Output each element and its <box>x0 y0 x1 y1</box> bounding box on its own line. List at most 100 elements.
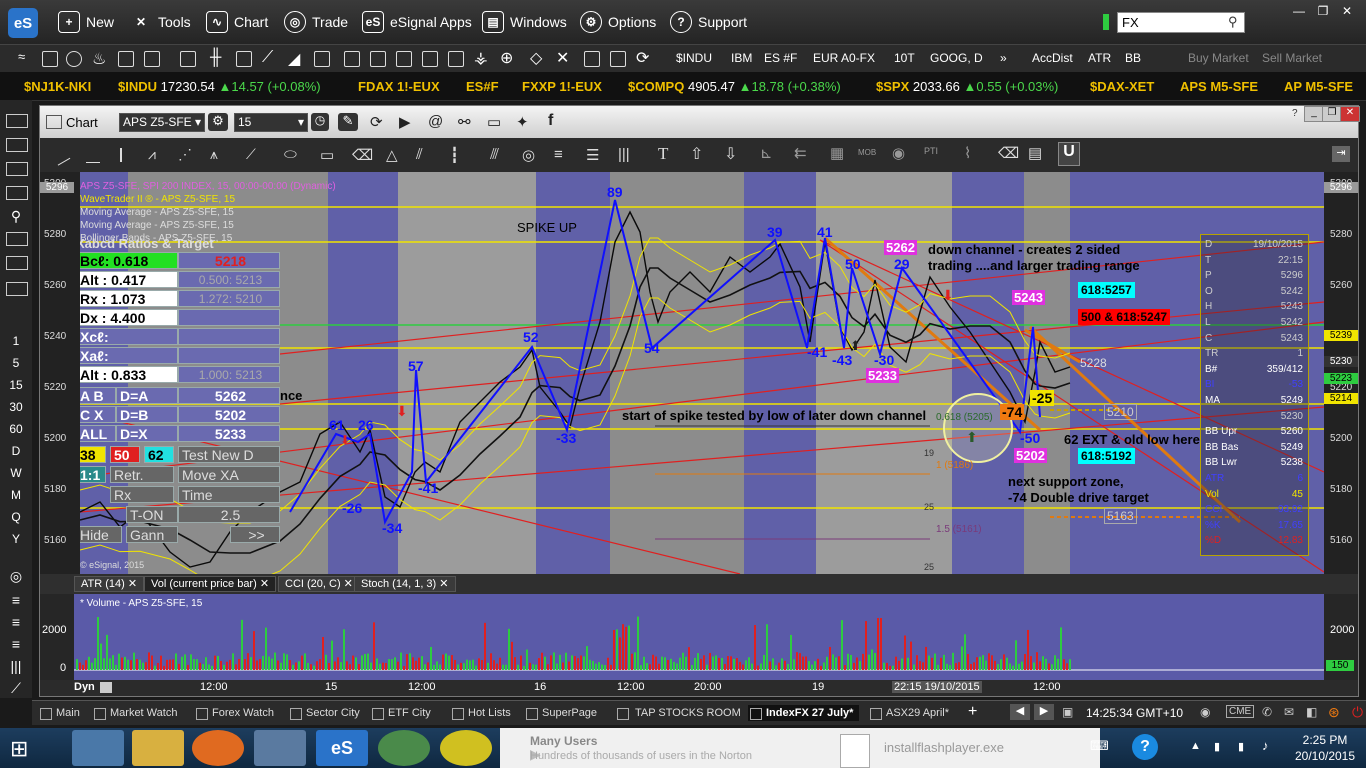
channel-tool-icon[interactable]: ⫽ <box>416 146 423 163</box>
settings-gear-icon[interactable]: ⚙ <box>208 113 228 131</box>
magnet-icon[interactable]: U <box>1058 142 1080 166</box>
symbol-search-input[interactable]: FX <box>1117 12 1245 33</box>
time-button[interactable]: Time <box>178 486 280 503</box>
network-icon[interactable]: ▮ <box>1214 740 1220 753</box>
windows-start-icon[interactable]: ⊞ <box>10 736 28 762</box>
alert-icon[interactable]: @ <box>428 113 443 130</box>
area-chart-icon[interactable]: ◢ <box>288 49 304 68</box>
maximize-button[interactable]: ❐ <box>1312 4 1334 18</box>
minimize-button[interactable]: _ <box>1304 106 1324 122</box>
volume-pane[interactable]: * Volume - APS Z5-SFE, 15 2000 0 2000 15… <box>40 594 1358 680</box>
close-button[interactable]: ✕ <box>1340 106 1360 122</box>
interval-yearly[interactable]: Y <box>6 532 26 546</box>
diamond-icon[interactable]: ◇ <box>530 48 546 67</box>
list-icon[interactable] <box>144 51 160 67</box>
rectangle-tool-icon[interactable]: ▭ <box>320 146 334 164</box>
page-tab-asx29[interactable]: ASX29 April* <box>868 705 949 721</box>
ticker-item[interactable]: FXXP 1!-EUX <box>522 79 602 94</box>
zoom-icon[interactable]: ⚲ <box>6 208 26 225</box>
list-icon[interactable] <box>6 186 28 200</box>
quick-study-accdist[interactable]: AccDist <box>1032 51 1073 65</box>
refresh-icon[interactable]: ⟳ <box>636 48 652 67</box>
zigzag-tool-icon[interactable]: ⌇ <box>964 144 971 162</box>
interval-daily[interactable]: D <box>6 444 26 458</box>
interval-quarterly[interactable]: Q <box>6 510 26 524</box>
interval-15[interactable]: 15 <box>6 378 26 392</box>
t-on-button[interactable]: T-ON <box>126 506 178 523</box>
taskbar-date[interactable]: 20/10/2015 <box>1290 749 1360 763</box>
calc-d-key[interactable]: C X <box>76 406 116 423</box>
vertical-line-tool-icon[interactable] <box>120 148 122 162</box>
close-button[interactable]: ✕ <box>1336 4 1358 18</box>
speaker-icon[interactable]: ♪ <box>1262 738 1269 753</box>
arrow-up-tool-icon[interactable]: ⇧ <box>690 144 703 164</box>
restore-button[interactable]: ❐ <box>1322 106 1342 122</box>
move-xa-button[interactable]: Move XA <box>178 466 280 483</box>
window-icon[interactable] <box>6 282 28 296</box>
image-icon[interactable] <box>584 51 600 67</box>
retr-button[interactable]: Retr. <box>110 466 174 483</box>
back-arrows-icon[interactable]: ⇇ <box>794 144 807 162</box>
ticker-item[interactable]: FDAX 1!-EUX <box>358 79 440 94</box>
page-tab-hot-lists[interactable]: Hot Lists <box>450 705 511 721</box>
menu-icon[interactable]: ≡ <box>6 592 26 608</box>
line-chart-icon[interactable]: ⟋ <box>262 49 278 66</box>
page-tab-tap-stocks-room[interactable]: TAP STOCKS ROOM <box>615 705 741 721</box>
menu-windows[interactable]: ▤ Windows <box>482 10 567 34</box>
flame-icon[interactable]: ♨ <box>92 49 108 68</box>
quick-study-atr[interactable]: ATR <box>1088 51 1111 65</box>
candle-icon[interactable] <box>236 51 252 67</box>
monitor-icon[interactable]: ▣ <box>1062 705 1073 719</box>
page-tab-etf-city[interactable]: ETF City <box>370 705 431 721</box>
comment-tool-icon[interactable]: ▤ <box>1028 144 1042 162</box>
minimize-button[interactable]: — <box>1288 4 1310 18</box>
heatmap-icon[interactable] <box>396 51 412 67</box>
firefox-icon[interactable] <box>192 730 244 766</box>
ticker-item[interactable]: $INDU 17230.54 ▲14.57 (+0.08%) <box>118 79 321 94</box>
page-tab-forex-watch[interactable]: Forex Watch <box>194 705 274 721</box>
test-new-d-button[interactable]: Test New D <box>178 446 280 463</box>
calendar-icon[interactable] <box>6 138 28 152</box>
axis-tool-icon[interactable]: ⊾ <box>760 144 773 162</box>
menu-tools[interactable]: ✕ Tools <box>130 10 191 34</box>
alert-icon[interactable]: ⊛ <box>1328 704 1340 721</box>
grid-tool-icon[interactable]: ▦ <box>830 144 844 162</box>
home-icon[interactable] <box>100 682 112 693</box>
gann-button[interactable]: Gann <box>126 526 178 543</box>
quick-symbol-10t[interactable]: 10T <box>894 51 915 65</box>
monitor-icon[interactable] <box>610 51 626 67</box>
pencil-icon[interactable]: ✎ <box>338 113 358 131</box>
pti-tool-icon[interactable]: PTI <box>924 146 938 156</box>
target-icon[interactable]: ◎ <box>6 568 26 585</box>
ticker-item[interactable]: $SPX 2033.66 ▲0.55 (+0.03%) <box>876 79 1058 94</box>
menu-chart[interactable]: ∿ Chart <box>206 10 268 34</box>
control-panel-icon[interactable] <box>72 730 124 766</box>
interval-30[interactable]: 30 <box>6 400 26 414</box>
ratio-button[interactable]: 1:1 <box>76 466 106 483</box>
ticker-item[interactable]: $COMPQ 4905.47 ▲18.78 (+0.38%) <box>628 79 841 94</box>
toolbar-overflow[interactable]: » <box>1000 51 1007 65</box>
arrow-down-tool-icon[interactable]: ⇩ <box>724 144 737 164</box>
menu-options[interactable]: ⚙ Options <box>580 10 656 34</box>
ticker-item[interactable]: $NJ1K-NKI <box>24 79 91 94</box>
interval-5[interactable]: 5 <box>6 356 26 370</box>
interval-weekly[interactable]: W <box>6 466 26 480</box>
tab-cci[interactable]: CCI (20, C) ✕ <box>278 576 360 592</box>
columns-icon[interactable]: ||| <box>6 658 26 674</box>
facebook-icon[interactable]: f <box>548 112 553 130</box>
grid-icon[interactable] <box>42 51 58 67</box>
power-icon[interactable]: ⏻ <box>1352 704 1363 721</box>
keyboard-icon[interactable]: ⌨ <box>1090 738 1109 754</box>
menu-tool-icon[interactable]: ≡ <box>554 146 563 163</box>
quick-symbol-ibm[interactable]: IBM <box>731 51 752 65</box>
eye-tool-icon[interactable]: ◉ <box>892 144 905 162</box>
quick-study-bb[interactable]: BB <box>1125 51 1141 65</box>
download-notification[interactable]: ▶ Many Users Hundreds of thousands of us… <box>500 728 1100 768</box>
dyn-toggle[interactable]: Dyn <box>74 681 95 693</box>
ticker-item[interactable]: $DAX-XET <box>1090 79 1154 94</box>
next-tab-icon[interactable]: ▶ <box>1034 704 1054 720</box>
buy-market-button[interactable]: Buy Market <box>1188 51 1249 65</box>
norton-icon[interactable] <box>440 730 492 766</box>
eraser-icon[interactable]: ⌫ <box>998 144 1019 162</box>
bar-chart-icon[interactable]: ╫ <box>210 49 226 66</box>
